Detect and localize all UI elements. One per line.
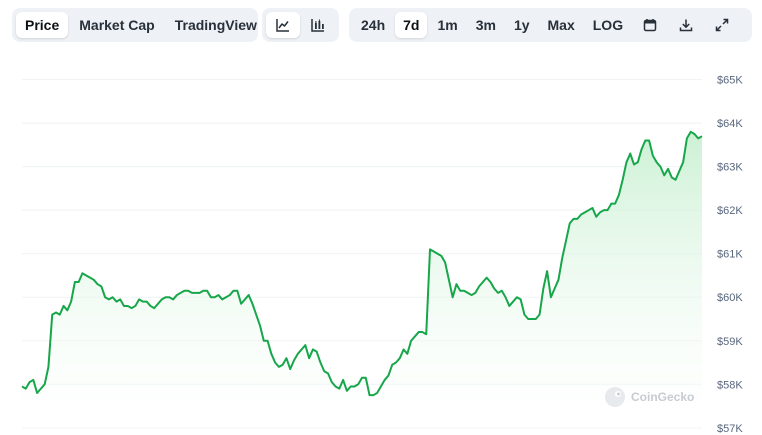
candlestick-icon (311, 19, 325, 32)
chart-type-tabs: Price Market Cap TradingView (12, 8, 258, 42)
tab-market-cap[interactable]: Market Cap (70, 12, 163, 38)
y-tick-label: $58K (717, 379, 743, 391)
range-1y[interactable]: 1y (506, 12, 538, 38)
price-chart[interactable]: $57K $58K $59K $60K $61K $62K $63K $64K $65K Coi… (0, 60, 762, 435)
y-tick-label: $64K (717, 118, 743, 130)
range-7d[interactable]: 7d (395, 12, 428, 38)
tab-tradingview[interactable]: TradingView (166, 12, 266, 38)
watermark-text: CoinGecko (631, 390, 695, 404)
price-area-fill (22, 131, 702, 430)
y-tick-label: $62K (717, 205, 743, 217)
y-tick-label: $57K (717, 423, 743, 435)
y-tick-label: $65K (717, 75, 743, 87)
candlestick-button[interactable] (302, 12, 336, 38)
download-icon (679, 19, 693, 32)
y-tick-label: $60K (717, 292, 743, 304)
time-range-tabs: 24h 7d 1m 3m 1y Max LOG (349, 8, 752, 42)
chart-style-toggle (262, 8, 339, 42)
log-scale-toggle[interactable]: LOG (585, 12, 631, 38)
line-chart-icon (276, 19, 289, 32)
range-1m[interactable]: 1m (429, 12, 465, 38)
download-button[interactable] (669, 12, 703, 38)
range-24h[interactable]: 24h (353, 12, 393, 38)
y-tick-label: $59K (717, 336, 743, 348)
expand-icon (715, 18, 729, 32)
date-range-button[interactable] (633, 12, 667, 38)
line-chart-button[interactable] (266, 12, 300, 38)
y-tick-label: $63K (717, 162, 743, 174)
coingecko-logo-icon (605, 387, 625, 407)
y-tick-label: $61K (717, 249, 743, 261)
range-3m[interactable]: 3m (468, 12, 504, 38)
tab-price[interactable]: Price (16, 12, 69, 38)
price-chart-svg: $57K $58K $59K $60K $61K $62K $63K $64K $65K (21, 75, 743, 435)
calendar-icon (643, 19, 657, 32)
range-max[interactable]: Max (540, 12, 583, 38)
coingecko-watermark: CoinGecko (604, 386, 694, 408)
fullscreen-button[interactable] (705, 12, 739, 38)
